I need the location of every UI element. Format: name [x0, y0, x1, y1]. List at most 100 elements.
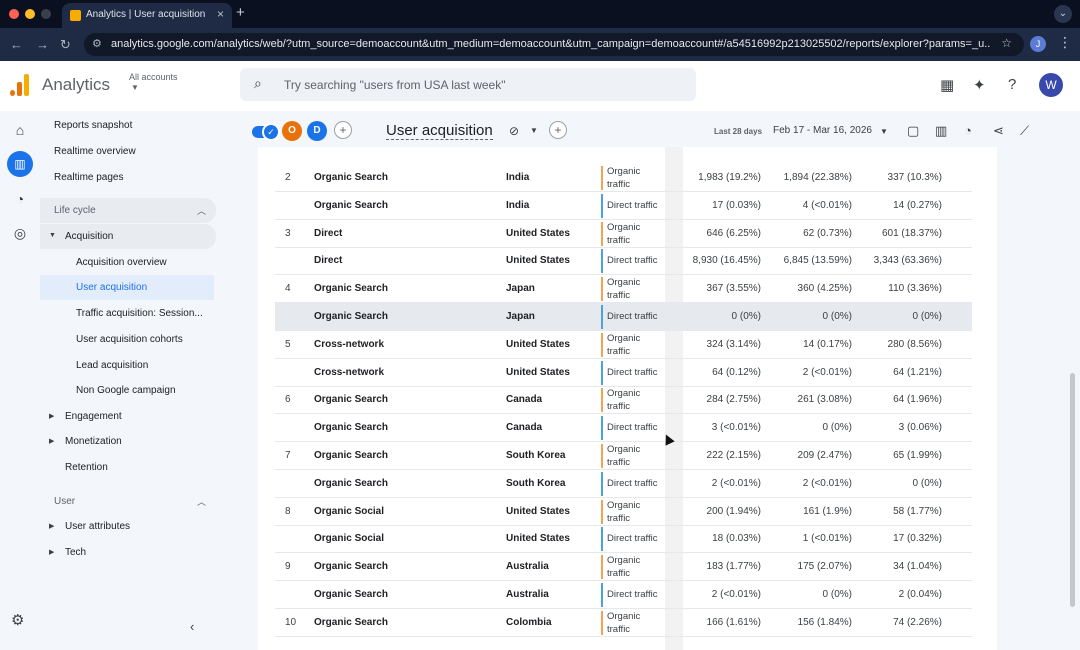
sidebar-item-user-acquisition-cohorts[interactable]: User acquisition cohorts [76, 334, 183, 345]
insights-sparkle-icon[interactable]: ✦ [973, 76, 986, 94]
close-tab-icon[interactable]: × [217, 7, 224, 21]
sidebar-item-tech[interactable]: Tech [65, 547, 86, 558]
sidebar-item-traffic-acquisition[interactable]: Traffic acquisition: Session... [76, 308, 203, 319]
insights-icon[interactable]: ◔ [964, 123, 972, 138]
site-info-icon[interactable]: ⚙ [92, 37, 102, 50]
browser-tab-bar: Analytics | User acquisition × + ⌄ [0, 0, 1080, 28]
analytics-logo-icon[interactable] [10, 74, 30, 96]
table-row[interactable]: Cross-network United States Direct traffic… [275, 359, 972, 387]
segment-label: traffic [607, 179, 631, 190]
compare-columns-icon[interactable]: ▥ [935, 123, 947, 139]
comparison-toggle[interactable]: ✓ [252, 123, 280, 141]
country-cell: South Korea [506, 450, 566, 461]
account-selector[interactable]: All accounts [129, 72, 178, 82]
sidebar-item-user-acquisition-selected[interactable]: User acquisition [40, 275, 214, 300]
table-row[interactable]: 9 Organic Search Australia Organic traffic 18… [275, 553, 972, 582]
new-tab-icon[interactable]: + [236, 4, 245, 21]
metric-total-users: 18 (0.03%) [712, 533, 761, 545]
bookmark-star-icon[interactable]: ☆ [1001, 36, 1012, 50]
metric-total-users: 284 (2.75%) [706, 394, 761, 406]
sidebar-section-user[interactable]: User ︿ [40, 489, 216, 514]
segment-cell: Direct traffic [601, 249, 682, 274]
browser-profile-icon[interactable]: J [1030, 36, 1046, 52]
sidebar-section-lifecycle[interactable]: Life cycle ︿ [40, 198, 216, 223]
reload-icon[interactable]: ↻ [60, 37, 71, 53]
minimize-window-icon[interactable] [25, 9, 35, 19]
segment-cell: Organic traffic [601, 166, 682, 190]
table-row[interactable]: 8 Organic Social United States Organic traff… [275, 498, 972, 526]
sidebar-item-realtime-pages[interactable]: Realtime pages [54, 172, 123, 183]
table-row[interactable]: Organic Search India Direct traffic 17 (0.0… [275, 192, 972, 220]
report-title[interactable]: User acquisition [386, 122, 493, 140]
sidebar-item-realtime-overview[interactable]: Realtime overview [54, 146, 136, 157]
table-row[interactable]: Organic Search Australia Direct traffic 2 (… [275, 581, 972, 609]
country-cell: India [506, 199, 530, 211]
reports-icon[interactable]: ▥ [7, 151, 33, 177]
admin-gear-icon[interactable]: ⚙ [11, 611, 24, 629]
back-icon[interactable]: ← [10, 37, 23, 52]
table-row[interactable]: Organic Social United States Direct traffi… [275, 525, 972, 554]
sidebar-item-engagement[interactable]: Engagement [65, 411, 122, 422]
page-scrollbar[interactable] [1070, 373, 1075, 607]
advertising-icon[interactable]: ◎ [11, 224, 29, 242]
share-icon[interactable]: ⋖ [993, 123, 1004, 139]
sidebar-item-acquisition-overview[interactable]: Acquisition overview [76, 257, 167, 268]
table-row[interactable]: 5 Cross-network United States Organic traffi… [275, 331, 972, 359]
help-icon[interactable]: ? [1008, 76, 1016, 93]
trend-icon[interactable]: ⟋ [1020, 123, 1029, 139]
table-row[interactable]: Organic Search Canada Direct traffic 3 (<0.… [275, 414, 972, 443]
table-row[interactable]: Direct United States Direct traffic 8,930 (… [275, 247, 972, 276]
table-row[interactable]: 10 Organic Search Colombia Organic traffic 16… [275, 609, 972, 637]
browser-menu-icon[interactable]: ⋮ [1058, 34, 1072, 51]
metric-returning-users: 64 (1.21%) [893, 366, 942, 378]
sidebar-item-lead-acquisition[interactable]: Lead acquisition [76, 360, 148, 371]
edit-report-icon[interactable]: ▢ [907, 123, 919, 139]
tab-search-icon[interactable]: ⌄ [1054, 5, 1072, 23]
account-caret-icon[interactable]: ▼ [131, 83, 139, 92]
segment-label: Organic [607, 277, 641, 289]
explore-icon[interactable]: ◔ [11, 190, 29, 208]
channel-group-cell: Cross-network [314, 366, 385, 378]
app-name[interactable]: Analytics [42, 75, 110, 95]
collapse-sidebar-icon[interactable]: ‹ [190, 619, 194, 634]
segment-color-bar [601, 305, 603, 329]
table-row[interactable]: Organic Search Japan Direct traffic 0 (0%) 0… [275, 303, 972, 331]
search-bar[interactable]: ⌕ Try searching "users from USA last wee… [240, 68, 696, 101]
table-row[interactable]: 7 Organic Search South Korea Organic traffic… [275, 442, 972, 470]
table-row[interactable]: 4 Organic Search Japan Organic traffic 367 (3… [275, 275, 972, 304]
sidebar-item-reports-snapshot[interactable]: Reports snapshot [54, 120, 132, 131]
segment-cell: Organic traffic [601, 444, 682, 468]
sidebar-item-monetization[interactable]: Monetization [65, 436, 122, 447]
analytics-app: Analytics All accounts ▼ ⌕ Try searching… [0, 61, 1080, 650]
table-row[interactable]: 2 Organic Search India Organic traffic 1,983 … [275, 164, 972, 192]
comparison-chip-d[interactable]: D [307, 121, 327, 141]
country-cell: United States [506, 338, 570, 350]
table-row[interactable]: 6 Organic Search Canada Organic traffic 284 (… [275, 386, 972, 415]
apps-grid-icon[interactable]: ▦ [940, 76, 954, 94]
search-placeholder: Try searching "users from USA last week" [284, 78, 506, 92]
country-cell: Japan [506, 283, 535, 295]
forward-icon[interactable]: → [36, 37, 49, 52]
browser-tab[interactable]: Analytics | User acquisition × [62, 3, 232, 28]
report-caret-icon[interactable]: ▼ [530, 126, 538, 135]
table-row[interactable]: Organic Search South Korea Direct traffic 2… [275, 470, 972, 498]
metric-returning-users: 14 (0.27%) [893, 199, 942, 211]
sidebar-item-retention[interactable]: Retention [65, 462, 108, 473]
account-avatar[interactable]: W [1039, 73, 1063, 97]
sidebar-item-user-attributes[interactable]: User attributes [65, 521, 130, 532]
address-bar[interactable]: ⚙ analytics.google.com/analytics/web/?ut… [84, 33, 1024, 56]
chevron-up-icon: ︿ [196, 206, 206, 216]
add-comparison-icon[interactable]: + [334, 121, 352, 139]
add-report-icon[interactable]: + [549, 121, 567, 139]
verified-report-icon[interactable]: ⊘ [509, 124, 519, 138]
date-caret-icon[interactable]: ▼ [880, 127, 888, 136]
table-row[interactable]: 3 Direct United States Organic traffic 646 (6… [275, 220, 972, 248]
sidebar-item-non-google-campaign[interactable]: Non Google campaign [76, 385, 176, 396]
date-range-picker[interactable]: Feb 17 - Mar 16, 2026 [773, 125, 872, 136]
home-icon[interactable]: ⌂ [11, 121, 29, 139]
comparison-chip-o[interactable]: O [282, 121, 302, 141]
close-window-icon[interactable] [9, 9, 19, 19]
country-cell: Japan [506, 311, 535, 322]
sidebar-item-acquisition[interactable]: ▼ Acquisition [40, 224, 216, 249]
maximize-window-icon[interactable] [41, 9, 51, 19]
